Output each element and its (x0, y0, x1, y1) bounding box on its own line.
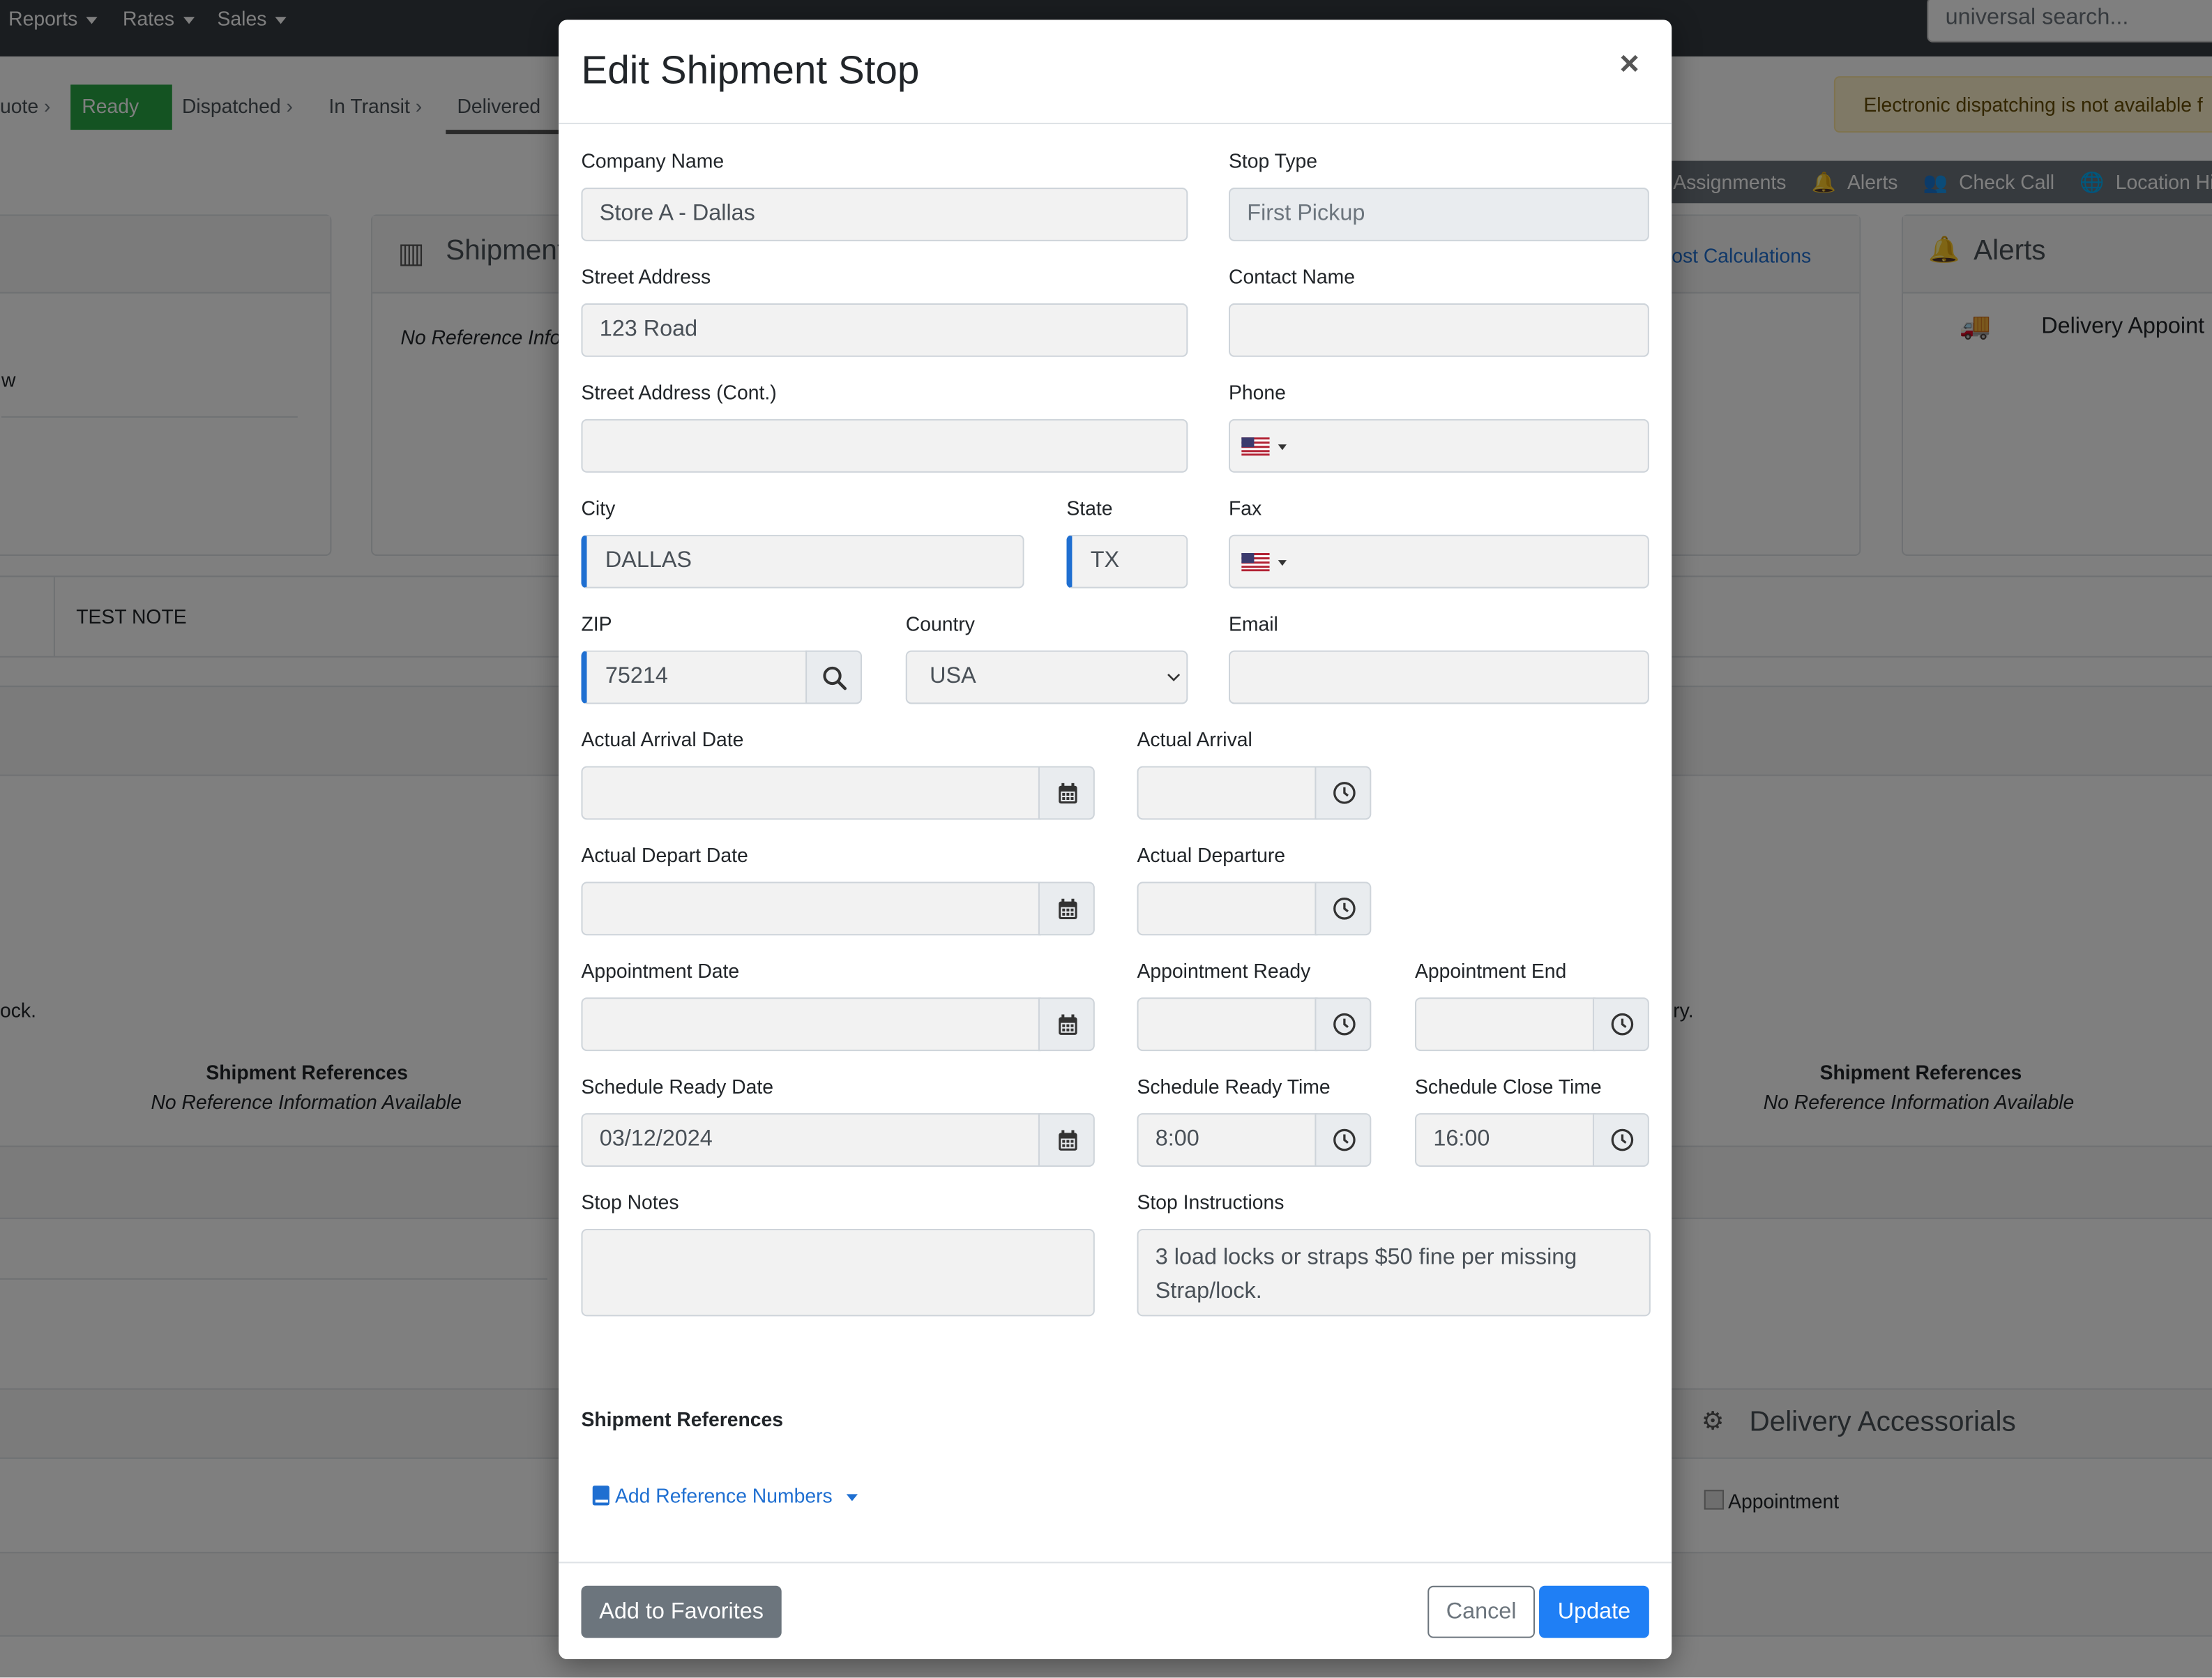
appointment-ready-label: Appointment Ready (1137, 959, 1311, 982)
contact-name-input[interactable] (1228, 303, 1649, 357)
shipment-references-heading: Shipment References (581, 1407, 784, 1431)
country-select-value: USA (930, 664, 976, 689)
appointment-end-label: Appointment End (1415, 959, 1567, 982)
stop-type-label: Stop Type (1228, 149, 1318, 172)
clock-icon (1611, 1013, 1634, 1036)
stop-type-input: First Pickup (1228, 188, 1649, 241)
actual-arrival-input[interactable] (1137, 766, 1318, 820)
calendar-button[interactable] (1038, 882, 1095, 936)
actual-arrival-label: Actual Arrival (1137, 727, 1252, 751)
calendar-icon (1059, 898, 1077, 919)
fax-input[interactable] (1228, 534, 1649, 589)
calendar-icon (1059, 1130, 1077, 1151)
close-icon[interactable]: × (1619, 45, 1639, 85)
schedule-ready-date-input[interactable]: 03/12/2024 (581, 1113, 1041, 1167)
actual-departure-label: Actual Departure (1137, 843, 1286, 867)
stop-notes-textarea[interactable] (581, 1228, 1095, 1317)
schedule-ready-time-label: Schedule Ready Time (1137, 1075, 1331, 1098)
caret-down-icon (846, 1493, 858, 1502)
email-input[interactable] (1228, 650, 1649, 704)
appointment-date-input[interactable] (581, 997, 1041, 1052)
country-select[interactable]: USA (905, 650, 1188, 704)
us-flag-icon[interactable] (1241, 553, 1270, 572)
appointment-ready-input[interactable] (1137, 997, 1318, 1052)
zip-input[interactable]: 75214 (581, 650, 808, 704)
contact-name-label: Contact Name (1228, 265, 1356, 288)
caret-down-icon (1278, 560, 1287, 566)
modal-title: Edit Shipment Stop (581, 47, 920, 92)
actual-arrival-date-input[interactable] (581, 766, 1041, 820)
clock-button[interactable] (1315, 766, 1372, 820)
calendar-button[interactable] (1038, 997, 1095, 1052)
modal-header-divider (559, 122, 1672, 125)
add-reference-numbers-dropdown[interactable]: Add Reference Numbers (592, 1484, 858, 1507)
zip-label: ZIP (581, 612, 612, 635)
schedule-ready-time-input[interactable]: 8:00 (1137, 1113, 1318, 1167)
street-address-cont-label: Street Address (Cont.) (581, 381, 777, 404)
appointment-date-label: Appointment Date (581, 959, 740, 982)
city-label: City (581, 497, 616, 520)
actual-depart-date-label: Actual Depart Date (581, 843, 748, 867)
company-name-label: Company Name (581, 149, 725, 172)
clock-icon (1333, 782, 1356, 804)
stop-instructions-textarea[interactable]: 3 load locks or straps $50 fine per miss… (1137, 1228, 1651, 1317)
street-address-cont-input[interactable] (581, 418, 1188, 473)
calendar-icon (1059, 1014, 1077, 1035)
clock-icon (1611, 1128, 1634, 1151)
zip-search-button[interactable] (805, 650, 863, 704)
clock-button[interactable] (1592, 997, 1649, 1052)
email-label: Email (1228, 612, 1278, 635)
clock-button[interactable] (1315, 882, 1372, 936)
clock-icon (1333, 1128, 1356, 1151)
chevron-down-icon (1167, 674, 1181, 681)
state-label: State (1066, 497, 1113, 520)
clock-icon (1333, 1013, 1356, 1036)
clock-button[interactable] (1315, 997, 1372, 1052)
country-label: Country (905, 612, 975, 635)
caret-down-icon (1278, 444, 1287, 451)
stop-notes-label: Stop Notes (581, 1191, 679, 1214)
calendar-button[interactable] (1038, 766, 1095, 820)
add-reference-numbers-label: Add Reference Numbers (615, 1484, 833, 1507)
company-name-input[interactable]: Store A - Dallas (581, 188, 1188, 241)
search-icon (823, 666, 847, 690)
stop-instructions-label: Stop Instructions (1137, 1191, 1285, 1214)
update-button[interactable]: Update (1539, 1585, 1649, 1638)
us-flag-icon[interactable] (1241, 437, 1270, 456)
book-icon (592, 1486, 609, 1506)
actual-depart-date-input[interactable] (581, 882, 1041, 936)
cancel-button[interactable]: Cancel (1427, 1585, 1535, 1638)
actual-arrival-date-label: Actual Arrival Date (581, 727, 744, 751)
phone-label: Phone (1228, 381, 1286, 404)
state-input[interactable]: TX (1066, 534, 1188, 589)
actual-departure-input[interactable] (1137, 882, 1318, 936)
schedule-ready-date-label: Schedule Ready Date (581, 1075, 773, 1098)
add-to-favorites-button[interactable]: Add to Favorites (581, 1585, 782, 1638)
appointment-end-input[interactable] (1415, 997, 1596, 1052)
fax-label: Fax (1228, 497, 1262, 520)
city-input[interactable]: DALLAS (581, 534, 1024, 589)
street-address-label: Street Address (581, 265, 711, 288)
street-address-input[interactable]: 123 Road (581, 303, 1188, 357)
modal-footer-divider (559, 1562, 1672, 1564)
clock-icon (1333, 898, 1356, 920)
edit-shipment-stop-modal: Edit Shipment Stop × Company Name Store … (559, 20, 1672, 1659)
calendar-icon (1059, 783, 1077, 804)
phone-input[interactable] (1228, 418, 1649, 473)
schedule-close-time-label: Schedule Close Time (1415, 1075, 1602, 1098)
clock-button[interactable] (1592, 1113, 1649, 1167)
calendar-button[interactable] (1038, 1113, 1095, 1167)
clock-button[interactable] (1315, 1113, 1372, 1167)
schedule-close-time-input[interactable]: 16:00 (1415, 1113, 1596, 1167)
